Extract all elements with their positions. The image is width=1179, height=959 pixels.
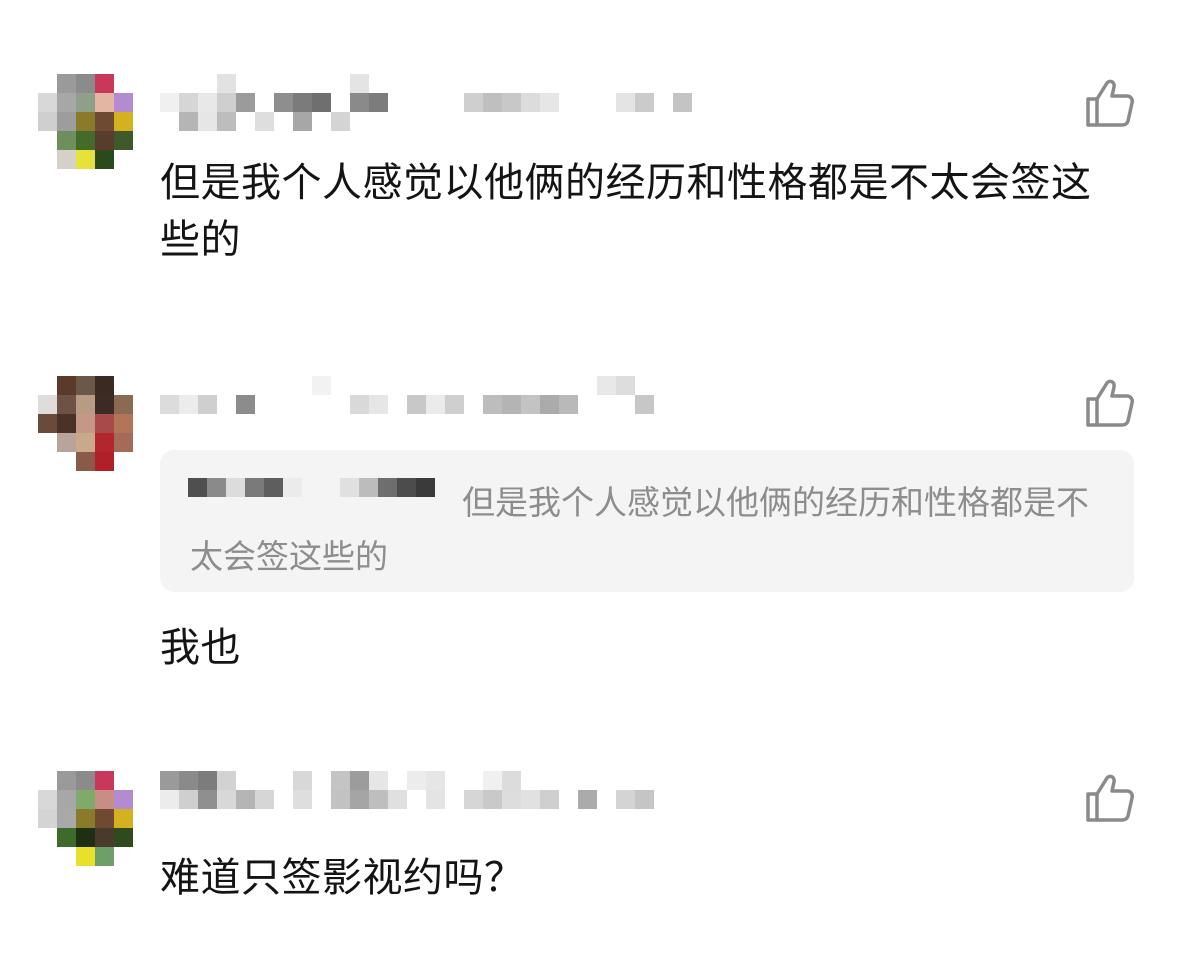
mosaic-cell [198,771,217,790]
mosaic-cell [38,809,57,828]
mosaic-cell [350,771,369,790]
mosaic-cell [217,790,236,809]
mosaic-cell [255,790,274,809]
mosaic-cell [95,809,114,828]
like-button[interactable] [1082,770,1138,826]
mosaic-cell [331,790,350,809]
mosaic-cell [388,790,407,809]
mosaic-cell [635,790,654,809]
mosaic-cell [464,790,483,809]
mosaic-cell [114,809,133,828]
mosaic-cell [236,790,255,809]
mosaic-cell [95,790,114,809]
comment-text: 难道只签影视约吗？ [160,855,525,901]
thumbs-up-icon [1086,774,1134,822]
mosaic-cell [616,790,635,809]
mosaic-cell [76,790,95,809]
mosaic-cell [578,790,597,809]
mosaic-cell [540,790,559,809]
mosaic-cell [483,790,502,809]
mosaic-cell [38,790,57,809]
mosaic-cell [160,790,179,809]
mosaic-cell [502,771,521,790]
mosaic-cell [57,771,76,790]
mosaic-cell [217,771,236,790]
mosaic-cell [426,771,445,790]
mosaic-cell [426,790,445,809]
mosaic-cell [95,828,114,847]
mosaic-cell [483,771,502,790]
mosaic-cell [114,828,133,847]
comment-item: 难道只签影视约吗？ [0,0,1179,959]
mosaic-cell [502,790,521,809]
mosaic-cell [76,828,95,847]
mosaic-cell [95,847,114,866]
mosaic-cell [76,771,95,790]
avatar[interactable] [38,771,134,867]
mosaic-cell [76,809,95,828]
mosaic-cell [76,847,95,866]
mosaic-cell [521,790,540,809]
mosaic-cell [95,771,114,790]
username-pixelated[interactable] [160,771,720,831]
mosaic-cell [179,771,198,790]
mosaic-cell [57,809,76,828]
mosaic-cell [369,771,388,790]
mosaic-cell [407,771,426,790]
mosaic-cell [179,790,198,809]
mosaic-cell [350,790,369,809]
mosaic-cell [198,790,217,809]
mosaic-cell [160,771,179,790]
mosaic-cell [293,790,312,809]
mosaic-cell [57,828,76,847]
mosaic-cell [114,790,133,809]
mosaic-cell [57,790,76,809]
mosaic-cell [293,771,312,790]
mosaic-cell [331,771,350,790]
mosaic-cell [369,790,388,809]
